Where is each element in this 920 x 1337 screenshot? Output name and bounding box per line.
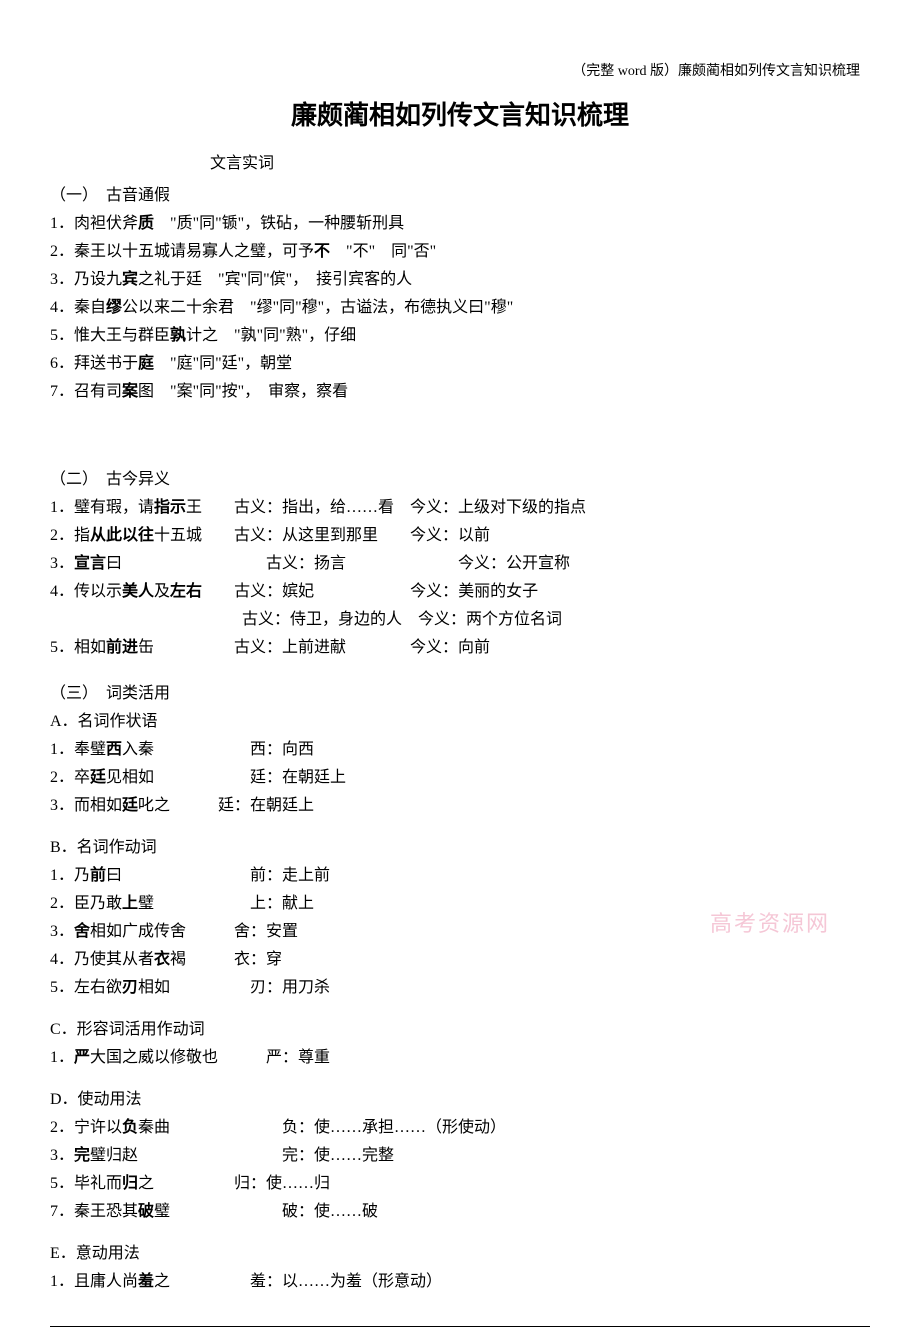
line: 1．肉袒伏斧质 "质"同"锧"，铁砧，一种腰斩刑具 xyxy=(50,210,870,238)
line: 2．指从此以往十五城 古义：从这里到那里 今义：以前 xyxy=(50,522,870,550)
line: 2．臣乃敢上璧 上：献上 xyxy=(50,890,870,918)
line: 3．宣言曰 古义：扬言 今义：公开宣称 xyxy=(50,550,870,578)
subheading-c: C．形容词活用作动词 xyxy=(50,1016,870,1044)
line: 7．秦王恐其破璧 破：使……破 xyxy=(50,1198,870,1226)
line: 7．召有司案图 "案"同"按"， 审察，察看 xyxy=(50,378,870,406)
page-title: 廉颇蔺相如列传文言知识梳理 xyxy=(50,93,870,139)
line: 4．传以示美人及左右 古义：嫔妃 今义：美丽的女子 xyxy=(50,578,870,606)
line: 1．奉璧西入秦 西：向西 xyxy=(50,736,870,764)
line: 5．惟大王与群臣孰计之 "孰"同"熟"，仔细 xyxy=(50,322,870,350)
header-meta: （完整 word 版）廉颇蔺相如列传文言知识梳理 xyxy=(50,60,870,85)
line: 4．乃使其从者衣褐 衣：穿 xyxy=(50,946,870,974)
heading-gujin: （二） 古今异义 xyxy=(50,466,870,494)
line: 2．宁许以负秦曲 负：使……承担……（形使动） xyxy=(50,1114,870,1142)
subheading-d: D．使动用法 xyxy=(50,1086,870,1114)
line: 5．相如前进缶 古义：上前进献 今义：向前 xyxy=(50,634,870,662)
line: 4．秦自缪公以来二十余君 "缪"同"穆"，古谥法，布德执义曰"穆" xyxy=(50,294,870,322)
line: 1．严大国之威以修敬也 严：尊重 xyxy=(50,1044,870,1072)
line: 3．而相如廷叱之 廷：在朝廷上 xyxy=(50,792,870,820)
line: 2．秦王以十五城请易寡人之璧，可予不 "不" 同"否" xyxy=(50,238,870,266)
line: 2．卒廷见相如 廷：在朝廷上 xyxy=(50,764,870,792)
line: 3．舍相如广成传舍 舍：安置 xyxy=(50,918,870,946)
subheading-a: A．名词作状语 xyxy=(50,708,870,736)
line: 6．拜送书于庭 "庭"同"廷"，朝堂 xyxy=(50,350,870,378)
heading-tongjia: （一） 古音通假 xyxy=(50,182,870,210)
line: 1．且庸人尚羞之 羞：以……为羞（形意动） xyxy=(50,1268,870,1296)
line: 5．左右欲刃相如 刃：用刀杀 xyxy=(50,974,870,1002)
section-label: 文言实词 xyxy=(50,150,870,178)
subheading-e: E．意动用法 xyxy=(50,1240,870,1268)
line: 3．完璧归赵 完：使……完整 xyxy=(50,1142,870,1170)
subheading-b: B．名词作动词 xyxy=(50,834,870,862)
line: 1．璧有瑕，请指示王 古义：指出，给……看 今义：上级对下级的指点 xyxy=(50,494,870,522)
line: 古义：侍卫，身边的人 今义：两个方位名词 xyxy=(50,606,870,634)
line: 5．毕礼而归之 归：使……归 xyxy=(50,1170,870,1198)
line: 3．乃设九宾之礼于廷 "宾"同"傧"， 接引宾客的人 xyxy=(50,266,870,294)
footer-divider xyxy=(50,1326,870,1327)
heading-cilei: （三） 词类活用 xyxy=(50,680,870,708)
line: 1．乃前曰 前：走上前 xyxy=(50,862,870,890)
